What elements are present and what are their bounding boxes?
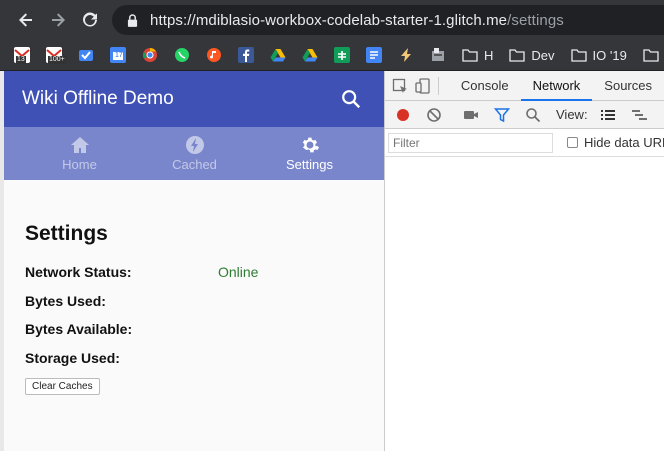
chrome-bookmark-icon[interactable] [142, 47, 158, 63]
filter-button[interactable] [490, 103, 514, 127]
video-camera-icon [464, 110, 478, 119]
search-button[interactable] [521, 103, 545, 127]
settings-row-storage-used: Storage Used: [25, 344, 384, 373]
url-path: /settings [507, 11, 564, 29]
bookmark-folder-label: IO '19 [592, 47, 627, 63]
browser-toolbar: https://mdiblasio-workbox-codelab-starte… [0, 0, 664, 40]
view-label: View: [556, 107, 588, 122]
reload-button[interactable] [74, 0, 106, 40]
gmail-bookmark-icon[interactable]: 100+ [46, 47, 66, 64]
clear-caches-button[interactable]: Clear Caches [25, 378, 100, 395]
forward-button[interactable] [42, 0, 74, 40]
calendar-bookmark-icon[interactable]: 17 [110, 47, 126, 63]
sheets-bookmark-icon[interactable] [334, 47, 350, 63]
large-rows-toggle[interactable] [596, 103, 620, 127]
drive-bookmark-icon[interactable] [270, 47, 286, 63]
bookmark-folder-label: Dev [531, 47, 555, 63]
hide-data-urls-label: Hide data URLs [584, 135, 664, 150]
bookmark-folder-h[interactable]: H [462, 48, 493, 63]
devtools-panel: Console Network Sources View: Filter Hid… [385, 71, 664, 451]
inspect-element-icon[interactable] [389, 71, 412, 101]
record-button[interactable] [391, 103, 415, 127]
web-page: Wiki Offline Demo Home Cached Settings S… [4, 71, 384, 451]
offline-bolt-icon [185, 136, 204, 154]
home-icon [70, 137, 89, 153]
bookmark-folder-io19[interactable]: IO '19 [570, 47, 627, 63]
settings-row-bytes-available: Bytes Available: [25, 315, 384, 344]
gmail-count-badge: 100+ [48, 56, 66, 64]
network-toolbar: View: [385, 101, 664, 129]
inbox-bookmark-icon[interactable] [78, 47, 94, 63]
tab-sources[interactable]: Sources [592, 71, 664, 101]
tab-settings[interactable]: Settings [252, 127, 367, 180]
tab-label: Cached [172, 157, 217, 172]
tool-bookmark-icon[interactable] [430, 47, 446, 63]
device-toolbar-icon[interactable] [412, 71, 435, 101]
app-title: Wiki Offline Demo [22, 88, 174, 109]
bolt-bookmark-icon[interactable] [398, 47, 414, 63]
tab-console[interactable]: Console [449, 71, 521, 101]
folder-icon [643, 48, 659, 62]
whatsapp-bookmark-icon[interactable] [174, 47, 190, 63]
facebook-bookmark-icon[interactable] [238, 47, 254, 63]
row-label: Bytes Used: [25, 292, 106, 309]
gmail-bookmark-icon[interactable]: 13 [14, 47, 30, 64]
reload-icon [83, 12, 97, 27]
toolbar-separator [438, 76, 439, 95]
arrow-left-icon [19, 13, 32, 27]
waterfall-toggle[interactable] [627, 103, 651, 127]
row-label: Storage Used: [25, 349, 120, 366]
gear-icon [302, 137, 319, 153]
docs-bookmark-icon[interactable] [366, 47, 382, 63]
search-icon[interactable] [340, 88, 362, 110]
gmail-count-badge: 13 [16, 56, 26, 64]
bookmark-folder-more[interactable] [643, 48, 664, 62]
clear-button[interactable] [422, 103, 446, 127]
row-label: Network Status: [25, 264, 132, 281]
settings-section: Settings Network Status: Online Bytes Us… [4, 180, 384, 395]
block-icon [427, 107, 441, 122]
record-icon [397, 108, 409, 121]
waterfall-icon [631, 109, 647, 120]
tab-network[interactable]: Network [520, 71, 593, 101]
search-icon [526, 107, 541, 122]
tab-home[interactable]: Home [22, 127, 137, 180]
arrow-right-icon [52, 13, 65, 27]
url-text: https://mdiblasio-workbox-codelab-starte… [150, 12, 564, 29]
settings-row-bytes-used: Bytes Used: [25, 287, 384, 316]
calendar-day: 17 [115, 52, 123, 59]
bookmarks-bar: 13 100+ 17 H Dev IO '19 [0, 40, 664, 71]
app-bar: Wiki Offline Demo [4, 71, 384, 127]
bookmark-folder-label: H [484, 47, 494, 63]
folder-icon [462, 48, 478, 62]
settings-row-network-status: Network Status: Online [25, 258, 384, 287]
tab-label: Settings [286, 157, 333, 172]
drive-bookmark-icon[interactable] [302, 47, 318, 63]
list-icon [600, 109, 615, 120]
music-bookmark-icon[interactable] [206, 47, 222, 63]
filter-icon [494, 107, 510, 122]
filter-bar: Hide data URLs [385, 129, 664, 157]
app-tab-bar: Home Cached Settings [4, 127, 384, 180]
devtools-tab-bar: Console Network Sources [385, 71, 664, 101]
back-button[interactable] [10, 0, 42, 40]
hide-data-urls-checkbox[interactable] [567, 137, 578, 148]
address-bar[interactable]: https://mdiblasio-workbox-codelab-starte… [112, 5, 664, 35]
folder-icon [570, 48, 587, 62]
lock-icon [124, 12, 140, 28]
filter-input[interactable] [388, 132, 553, 153]
screenshot-button[interactable] [459, 103, 483, 127]
folder-icon [509, 48, 526, 62]
row-label: Bytes Available: [25, 321, 133, 338]
tab-cached[interactable]: Cached [137, 127, 252, 180]
network-status-value: Online [218, 264, 259, 281]
page-title: Settings [25, 222, 108, 245]
hide-data-urls-option[interactable]: Hide data URLs [567, 135, 664, 150]
bookmark-folder-dev[interactable]: Dev [509, 47, 555, 63]
tab-label: Home [62, 157, 97, 172]
url-host: https://mdiblasio-workbox-codelab-starte… [150, 11, 508, 29]
